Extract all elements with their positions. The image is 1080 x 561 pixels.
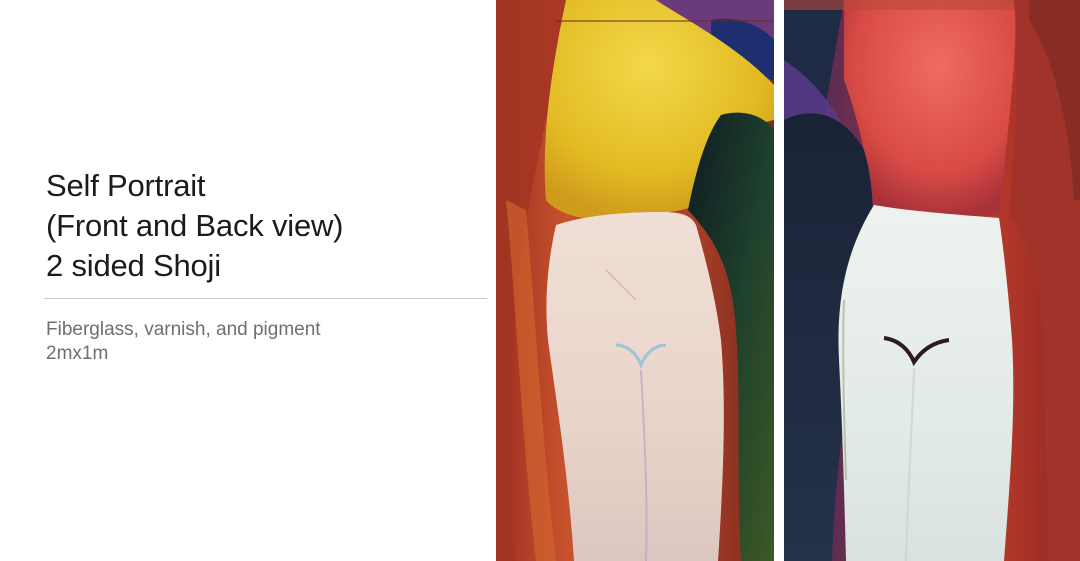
artwork-details: Fiberglass, varnish, and pigment 2mx1m <box>46 318 321 366</box>
painting-front-view <box>496 0 774 561</box>
artwork-dimensions: 2mx1m <box>46 343 109 364</box>
divider <box>44 298 487 299</box>
title-line-2: (Front and Back view) <box>46 208 344 243</box>
title-line-3: 2 sided Shoji <box>46 248 221 283</box>
painting-front-image <box>496 0 774 561</box>
slide: Self Portrait (Front and Back view) 2 si… <box>0 0 1080 561</box>
artwork-materials: Fiberglass, varnish, and pigment <box>46 319 321 340</box>
title-line-1: Self Portrait <box>46 168 206 203</box>
painting-back-image <box>784 0 1080 561</box>
artwork-title: Self Portrait (Front and Back view) 2 si… <box>46 166 343 286</box>
painting-back-view <box>784 0 1080 561</box>
painting-gap <box>774 0 784 561</box>
caption-panel: Self Portrait (Front and Back view) 2 si… <box>0 0 496 561</box>
